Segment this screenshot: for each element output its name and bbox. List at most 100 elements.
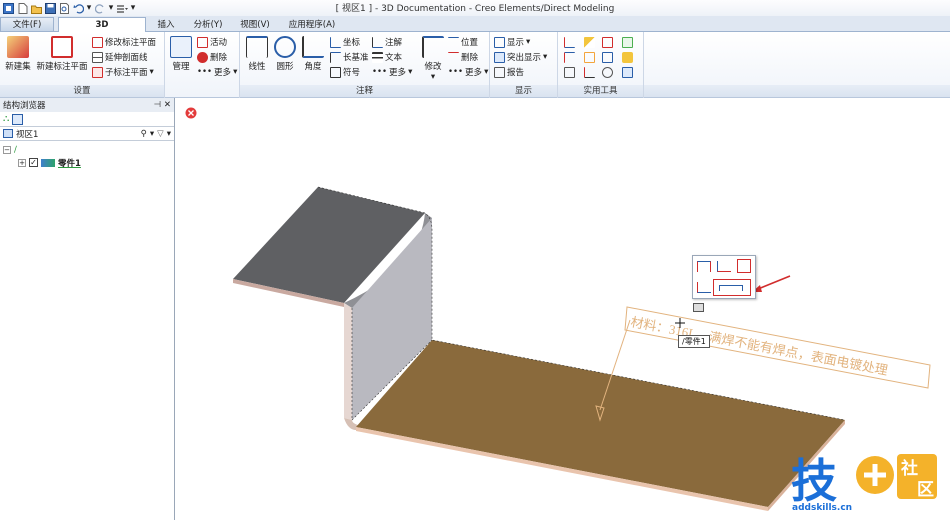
tool-dimension-icon[interactable] bbox=[564, 37, 575, 48]
activate-button[interactable]: 活动 bbox=[197, 35, 227, 49]
tree-icon[interactable]: ⛬ bbox=[3, 114, 9, 124]
tool-grid-icon[interactable] bbox=[602, 52, 613, 63]
window-title: [ 视区1 ] - 3D Documentation - Creo Elemen… bbox=[335, 4, 615, 14]
note-button[interactable]: 注解 bbox=[372, 35, 402, 49]
tool-measure-icon[interactable] bbox=[584, 67, 595, 78]
tool-table-icon[interactable] bbox=[622, 67, 633, 78]
angle-label: 角度 bbox=[304, 62, 322, 72]
position-label: 位置 bbox=[461, 38, 479, 48]
mini-linear-icon[interactable] bbox=[697, 261, 711, 272]
group-annotation: 线性 圆形 角度 坐标 长基准 符号 注解 文本 ••• 更多 ▾ 修改 ▾ 位… bbox=[240, 32, 490, 98]
red-pointer-arrow bbox=[757, 275, 791, 290]
tool-frame-icon[interactable] bbox=[564, 67, 575, 78]
manage-delete-label: 删除 bbox=[210, 53, 228, 63]
tool-pointer-icon[interactable] bbox=[584, 37, 595, 48]
coordinate-button[interactable]: 坐标 bbox=[330, 35, 360, 49]
manage-delete-button[interactable]: 删除 bbox=[197, 50, 227, 64]
modify-button[interactable]: 修改 ▾ bbox=[420, 36, 446, 82]
show-label: 显示 bbox=[507, 38, 525, 48]
text-button[interactable]: 文本 bbox=[372, 50, 402, 64]
modify-more-button[interactable]: ••• 更多 ▾ bbox=[448, 65, 488, 79]
tab-view[interactable]: 视图(V) bbox=[232, 17, 278, 32]
vertical-wall-edge bbox=[344, 303, 352, 420]
position-button[interactable]: 位置 bbox=[448, 35, 478, 49]
group-display-label: 显示 bbox=[490, 85, 557, 97]
note-text: 材料：316L，满焊不能有焊点，表面电镀处理 bbox=[629, 314, 889, 378]
new-annotation-plane-button[interactable]: 新建标注平面 bbox=[34, 36, 90, 72]
filter-icon[interactable]: ▽ bbox=[157, 129, 164, 139]
chevron-down-icon: ▾ bbox=[543, 52, 548, 62]
tool-angle-icon[interactable] bbox=[564, 52, 575, 63]
mini-pointer-icon[interactable] bbox=[697, 282, 711, 293]
report-label: 报告 bbox=[507, 68, 525, 78]
chevron-down-icon: ▾ bbox=[149, 67, 154, 77]
modify-delete-button[interactable]: 删除 bbox=[448, 50, 478, 64]
binoculars-icon[interactable]: ⚲ bbox=[141, 129, 147, 139]
close-icon[interactable]: ✕ bbox=[164, 100, 171, 110]
tab-file[interactable]: 文件(F) bbox=[0, 17, 54, 32]
3d-viewport[interactable]: 材料：316L，满焊不能有焊点，表面电镀处理 技 社 区 bbox=[176, 98, 950, 520]
linear-dimension-button[interactable]: 线性 bbox=[244, 36, 270, 72]
sub-annotation-plane-button[interactable]: 子标注平面 ▾ bbox=[92, 65, 154, 79]
position-icon bbox=[448, 36, 459, 48]
chevron-down-icon[interactable]: ▾ bbox=[167, 129, 171, 139]
chevron-down-icon: ▾ bbox=[526, 37, 531, 47]
expand-icon[interactable]: + bbox=[18, 158, 26, 167]
show-button[interactable]: 显示 ▾ bbox=[494, 35, 530, 49]
part-icon bbox=[41, 158, 55, 167]
printer-icon[interactable] bbox=[693, 303, 704, 312]
annotation-plane-icon bbox=[51, 36, 73, 58]
symbol-label: 符号 bbox=[343, 68, 361, 78]
chevron-down-icon: ▾ bbox=[408, 67, 413, 77]
chevron-down-icon[interactable]: ▾ bbox=[150, 129, 154, 139]
tab-3d-documentation[interactable]: 3D Documentation bbox=[58, 17, 146, 44]
highlight-button[interactable]: 突出显示 ▾ bbox=[494, 50, 547, 64]
pin-icon[interactable]: ⊣ bbox=[154, 100, 161, 110]
extend-section-line-button[interactable]: 延伸剖面线 bbox=[92, 50, 148, 64]
modify-icon bbox=[422, 36, 444, 58]
new-set-button[interactable]: 新建集 bbox=[2, 36, 34, 72]
chevron-down-icon: ▾ bbox=[233, 67, 238, 77]
app-window: ▾ ▾ ▾ [ 视区1 ] - 3D Documentation - Creo … bbox=[0, 0, 950, 520]
modify-annotation-plane-button[interactable]: 修改标注平面 bbox=[92, 35, 156, 49]
show-icon bbox=[494, 36, 505, 48]
modify-plane-icon bbox=[92, 36, 103, 48]
chevron-down-icon: ▾ bbox=[430, 72, 436, 82]
structure-browser-header: 结构浏览器 ⊣ ✕ bbox=[0, 98, 174, 112]
ribbon-tab-bar: 文件(F) 3D Documentation 插入 分析(Y) 视图(V) 应用… bbox=[0, 16, 950, 44]
symbol-button[interactable]: 符号 bbox=[330, 65, 360, 79]
collapse-icon[interactable]: − bbox=[3, 145, 11, 154]
tool-layer-icon[interactable] bbox=[584, 52, 595, 63]
tab-applications[interactable]: 应用程序(A) bbox=[280, 17, 344, 32]
tool-check-icon[interactable] bbox=[602, 37, 613, 48]
mini-frame-icon[interactable] bbox=[737, 259, 751, 273]
tree-root[interactable]: − ∕ bbox=[0, 143, 174, 156]
tab-insert[interactable]: 插入 bbox=[148, 17, 184, 32]
manage-more-button[interactable]: ••• 更多 ▾ bbox=[197, 65, 237, 79]
ribbon-empty-area bbox=[644, 32, 950, 98]
annotation-more-button[interactable]: ••• 更多 ▾ bbox=[372, 65, 412, 79]
visibility-checkbox[interactable]: ✓ bbox=[29, 158, 38, 167]
sub-annotation-plane-label: 子标注平面 bbox=[105, 68, 148, 78]
tab-analysis[interactable]: 分析(Y) bbox=[186, 17, 230, 32]
viewport-selector[interactable]: 视区1 ⚲ ▾ ▽ ▾ bbox=[0, 126, 174, 141]
mini-horizontal-dimension-glyph bbox=[719, 285, 743, 291]
angle-dimension-button[interactable]: 角度 bbox=[300, 36, 326, 72]
long-baseline-button[interactable]: 长基准 bbox=[330, 50, 369, 64]
tool-settings-icon[interactable] bbox=[602, 67, 613, 78]
viewport-icon bbox=[3, 129, 13, 138]
sub-plane-icon bbox=[92, 66, 103, 78]
group-display: 显示 ▾ 突出显示 ▾ 报告 显示 bbox=[490, 32, 558, 98]
symbol-icon bbox=[330, 66, 341, 78]
circular-dimension-button[interactable]: 圆形 bbox=[272, 36, 298, 72]
tool-frame-icon[interactable] bbox=[622, 37, 633, 48]
tool-palette-icon[interactable] bbox=[622, 52, 633, 63]
tree-item-part[interactable]: + ✓ 零件1 bbox=[0, 156, 174, 169]
group-setup: 新建集 新建标注平面 修改标注平面 延伸剖面线 子标注平面 ▾ 设置 bbox=[0, 32, 165, 98]
long-baseline-icon bbox=[330, 51, 341, 63]
delete-icon bbox=[197, 51, 208, 63]
report-button[interactable]: 报告 bbox=[494, 65, 524, 79]
manage-button[interactable]: 管理 bbox=[167, 36, 195, 72]
browser-settings-icon[interactable] bbox=[12, 113, 24, 125]
mini-angle-icon[interactable] bbox=[717, 261, 731, 272]
